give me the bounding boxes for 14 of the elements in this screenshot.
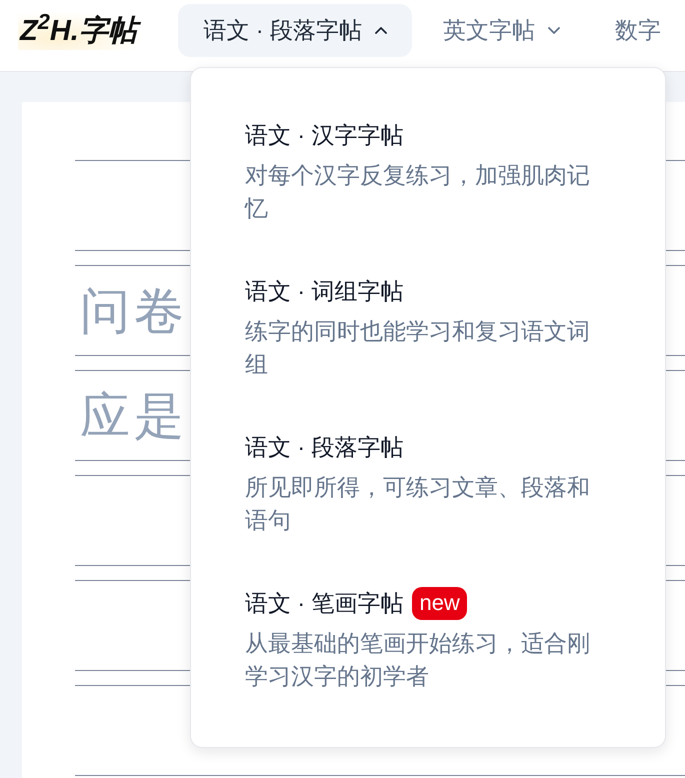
menu-item-title[interactable]: 语文 · 笔画字帖 [245,587,404,619]
menu-item-title[interactable]: 语文 · 汉字字帖 [245,119,404,151]
nav-tab[interactable]: 英文字帖 [419,4,584,57]
menu-item-description: 对每个汉字反复练习，加强肌肉记忆 [245,161,591,223]
menu-item-description: 从最基础的笔画开始练习，适合刚学习汉字的初学者 [245,629,591,691]
nav-tab[interactable]: 数字 [591,4,685,57]
practice-text: 应是 [80,390,188,440]
menu-item-title[interactable]: 语文 · 段落字帖 [245,431,404,463]
practice-text: 问卷 [80,286,188,336]
new-badge: new [412,586,467,620]
menu-item-description: 所见即所得，可练习文章、段落和语句 [245,473,591,535]
menu-item-description: 练字的同时也能学习和复习语文词组 [245,317,591,379]
nav-tab[interactable]: 语文 · 段落字帖 [178,4,412,57]
menu-item-title[interactable]: 语文 · 词组字帖 [245,275,404,307]
